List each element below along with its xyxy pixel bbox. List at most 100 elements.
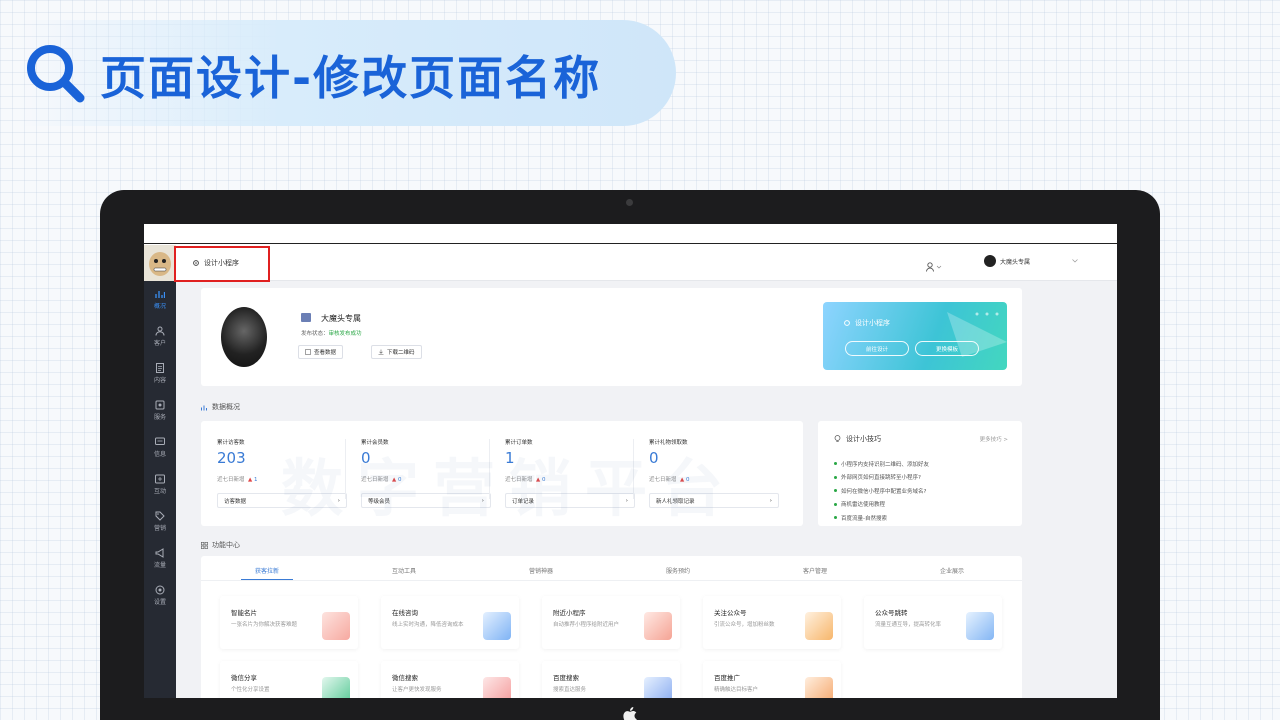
feature-card[interactable]: 百度推广 精确触达目标客户 — [703, 661, 841, 698]
tip-item[interactable]: 小程序内支持识别二维码、添加好友 — [834, 457, 929, 471]
sidebar-item-label: 流量 — [153, 562, 166, 569]
tip-item[interactable]: 外部网页如何直接跳转至小程序? — [834, 471, 929, 485]
feature-illustration-icon — [322, 677, 350, 698]
feature-card-subtitle: 线上实时沟通，降低咨询成本 — [392, 622, 464, 628]
go-design-button[interactable]: 前往设计 — [845, 341, 909, 356]
message-icon — [155, 437, 165, 445]
tab-4[interactable]: 客户管理 — [803, 566, 827, 575]
stat-week: 近七日新增 ▲ 1 — [217, 477, 258, 483]
feature-card[interactable]: 百度搜索 搜索直达服务 — [542, 661, 680, 698]
brand-logo-icon[interactable] — [144, 245, 176, 281]
feature-card-subtitle: 个性化分享设置 — [231, 687, 270, 693]
overview-section-label: 数据概况 — [201, 402, 240, 412]
sidebar-item-0[interactable]: 概况 — [144, 281, 176, 318]
tab-0[interactable]: 获客拉新 — [255, 566, 279, 575]
feature-card-subtitle: 搜索直达服务 — [553, 687, 587, 693]
account-menu[interactable] — [926, 257, 942, 276]
sidebar-item-label: 信息 — [153, 451, 166, 458]
sidebar-item-6[interactable]: 营销 — [144, 503, 176, 540]
feature-illustration-icon — [483, 612, 511, 640]
chevron-down-icon — [1072, 259, 1078, 263]
feature-illustration-icon — [966, 612, 994, 640]
gear-icon — [844, 320, 850, 326]
tab-5[interactable]: 企业展示 — [940, 566, 964, 575]
tag-icon — [155, 511, 165, 521]
shop-name: 大魔头专属 — [321, 314, 361, 323]
sidebar-item-3[interactable]: 服务 — [144, 392, 176, 429]
tab-3[interactable]: 服务预约 — [666, 566, 690, 575]
feature-card-subtitle: 让客户更快发现服务 — [392, 687, 442, 693]
person-icon — [926, 262, 942, 272]
feature-card[interactable]: 微信分享个性化分享设置 — [220, 661, 358, 698]
chart-icon — [155, 291, 165, 298]
view-data-button[interactable]: 查看数据 — [298, 345, 344, 359]
sidebar: 概况客户内容服务信息互动营销流量设置 — [144, 245, 176, 698]
feature-card[interactable]: 在线咨询线上实时沟通，降低咨询成本 — [381, 596, 519, 649]
change-template-button[interactable]: 更换模板 — [915, 341, 979, 356]
feature-card-subtitle: 引流公众号，增加粉丝数 — [714, 622, 775, 628]
shop-badge-icon — [301, 313, 311, 322]
tip-item[interactable]: 如何在微信小程序中配置业务域名? — [834, 484, 929, 498]
feature-card[interactable]: 微信搜索让客户更快发现服务 — [381, 661, 519, 698]
tips-card: 设计小技巧 更多技巧 > 小程序内支持识别二维码、添加好友 外部网页如何直接跳转至… — [818, 421, 1022, 526]
sidebar-item-label: 服务 — [153, 414, 166, 421]
interact-icon — [155, 474, 165, 484]
shop-switcher[interactable]: 大魔头专属 — [984, 255, 1078, 267]
decoration-icon — [947, 312, 1007, 357]
sidebar-item-8[interactable]: 设置 — [144, 577, 176, 614]
download-qr-button[interactable]: 下载二维码 — [371, 345, 422, 359]
tip-item[interactable]: 商机雷达使用教程 — [834, 498, 929, 512]
apple-logo-icon — [623, 707, 637, 720]
slide-title: 页面设计-修改页面名称 — [100, 51, 602, 105]
document-icon — [156, 363, 164, 373]
sidebar-item-5[interactable]: 互动 — [144, 466, 176, 503]
feature-card[interactable]: 关注公众号 引流公众号，增加粉丝数 — [703, 596, 841, 649]
feature-card[interactable]: 智能名片一张名片为你解决获客难题 — [220, 596, 358, 649]
megaphone-icon — [155, 548, 164, 558]
feature-card[interactable]: 附近小程序 自动推荐小程序给附近用户 — [542, 596, 680, 649]
sidebar-item-label: 概况 — [153, 303, 166, 310]
lightbulb-icon — [834, 435, 841, 442]
chart-icon — [305, 349, 311, 355]
sidebar-item-4[interactable]: 信息 — [144, 429, 176, 466]
screen: 概况 客户 内容 服务 信息 互动 营销 流量 设置 设计小程序 大魔头专属 大… — [144, 224, 1117, 698]
feature-card-title: 在线咨询 — [392, 609, 418, 617]
feature-illustration-icon — [644, 612, 672, 640]
feature-illustration-icon — [805, 612, 833, 640]
camera-dot — [626, 199, 633, 206]
tab-2[interactable]: 营销神器 — [529, 566, 553, 575]
feature-card-title: 微信分享 — [231, 674, 257, 682]
user-icon — [155, 326, 165, 336]
shop-avatar — [984, 255, 996, 267]
chevron-right-icon: › — [769, 497, 772, 504]
tab-1[interactable]: 互动工具 — [392, 566, 416, 575]
more-tips-link[interactable]: 更多技巧 > — [980, 435, 1008, 443]
feature-card-title: 微信搜索 — [392, 674, 418, 682]
feature-card[interactable]: 公众号跳转 流量互通互导，提高转化率 — [864, 596, 1002, 649]
sidebar-item-label: 内容 — [153, 377, 166, 384]
tip-item[interactable]: 百度流量-自然搜索 — [834, 511, 929, 525]
sidebar-item-7[interactable]: 流量 — [144, 540, 176, 577]
highlight-box — [174, 246, 270, 282]
sidebar-item-label: 客户 — [153, 340, 166, 347]
sidebar-item-label: 设置 — [153, 599, 166, 606]
sidebar-item-label: 互动 — [153, 488, 166, 495]
sidebar-item-1[interactable]: 客户 — [144, 318, 176, 355]
feature-card-title: 公众号跳转 — [875, 609, 908, 617]
sidebar-item-2[interactable]: 内容 — [144, 355, 176, 392]
stat-label: 累计访客数 — [217, 440, 245, 446]
search-icon — [27, 45, 85, 103]
tips-title: 设计小技巧 — [834, 434, 881, 444]
settings-icon — [155, 585, 165, 595]
profile-card: 大魔头专属 发布状态：审核发布成功 查看数据 下载二维码 设计小程序 前往设计 … — [201, 288, 1022, 386]
download-icon — [378, 349, 384, 355]
sidebar-item-label: 营销 — [153, 525, 166, 532]
feature-card-subtitle: 一张名片为你解决获客难题 — [231, 622, 298, 628]
service-icon — [155, 400, 165, 410]
laptop-frame: 概况 客户 内容 服务 信息 互动 营销 流量 设置 设计小程序 大魔头专属 大… — [100, 190, 1160, 720]
functions-card: 获客拉新 互动工具 营销神器 服务预约 客户管理 企业展示智能名片一张名片为你解决获客难题… — [201, 556, 1022, 698]
feature-illustration-icon — [805, 677, 833, 698]
feature-card-title: 智能名片 — [231, 609, 257, 617]
feature-card-subtitle: 精确触达目标客户 — [714, 687, 759, 693]
tab-divider — [201, 580, 1022, 581]
